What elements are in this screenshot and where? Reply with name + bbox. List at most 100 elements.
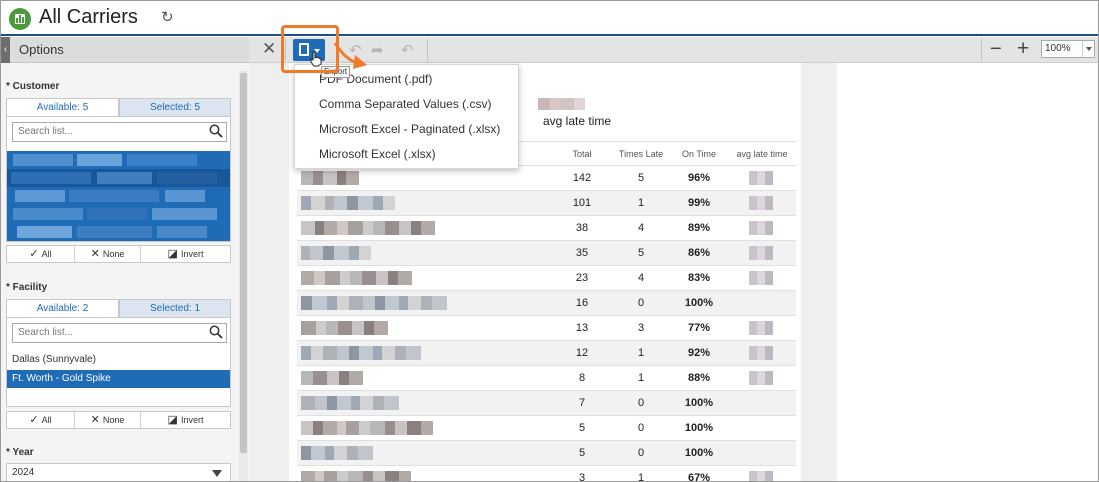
customer-selection-buttons: ✓ All ✕ None ◪ Invert bbox=[6, 245, 231, 263]
cell-total: 8 bbox=[578, 372, 586, 384]
app-header: All Carriers ↻ bbox=[1, 1, 1098, 36]
facility-select-none-button[interactable]: ✕ None bbox=[75, 412, 141, 428]
export-xlsx-item[interactable]: Microsoft Excel (.xlsx) bbox=[319, 147, 436, 161]
facility-select-all-button[interactable]: ✓ All bbox=[7, 412, 75, 428]
tab-facility-available[interactable]: Available: 2 bbox=[6, 299, 119, 318]
tab-customer-available[interactable]: Available: 5 bbox=[6, 98, 119, 117]
tab-facility-selected[interactable]: Selected: 1 bbox=[119, 299, 231, 318]
cell-total: 16 bbox=[575, 297, 589, 309]
cell-times-late: 1 bbox=[637, 197, 645, 209]
zoom-select[interactable]: 100% bbox=[1041, 40, 1095, 58]
cell-total: 13 bbox=[575, 322, 589, 334]
column-header-on-time: On Time bbox=[681, 149, 716, 159]
cell-on-time: 92% bbox=[687, 347, 711, 359]
reset-icon[interactable]: ↶ bbox=[401, 41, 414, 59]
page-title: All Carriers bbox=[39, 6, 138, 28]
year-label: * Year bbox=[6, 447, 34, 458]
invert-icon: ◪ bbox=[167, 414, 178, 426]
hand-cursor-icon bbox=[310, 51, 322, 67]
customer-tabs: Available: 5 Selected: 5 bbox=[6, 98, 231, 117]
export-xlsx-paginated-item[interactable]: Microsoft Excel - Paginated (.xlsx) bbox=[319, 122, 500, 136]
table-row: 35 5 86% bbox=[297, 241, 796, 266]
chevron-down-icon bbox=[1082, 41, 1094, 57]
cell-times-late: 0 bbox=[637, 297, 645, 309]
check-icon: ✓ bbox=[29, 248, 39, 260]
list-item[interactable] bbox=[7, 151, 230, 169]
facility-item-selected[interactable]: Ft. Worth - Gold Spike bbox=[7, 370, 230, 388]
cell-times-late: 0 bbox=[637, 397, 645, 409]
year-value: 2024 bbox=[12, 467, 35, 478]
cell-total: 7 bbox=[578, 397, 586, 409]
cell-on-time: 96% bbox=[687, 172, 711, 184]
zoom-in-button[interactable]: + bbox=[1017, 37, 1029, 61]
app-window: All Carriers ↻ ‹ Options * Customer Avai… bbox=[0, 0, 1099, 482]
search-icon[interactable] bbox=[209, 325, 223, 339]
table-row: 7 0 100% bbox=[297, 391, 796, 416]
options-panel: * Customer Available: 5 Selected: 5 Sear… bbox=[1, 63, 249, 481]
refresh-icon[interactable]: ↻ bbox=[161, 10, 175, 25]
search-icon[interactable] bbox=[209, 124, 223, 138]
cell-on-time: 89% bbox=[687, 222, 711, 234]
table-row: 142 5 96% bbox=[297, 166, 796, 191]
cell-times-late: 1 bbox=[637, 347, 645, 359]
facility-listbox: Search list... Dallas (Sunnyvale) Ft. Wo… bbox=[6, 317, 231, 407]
toolbar-divider bbox=[427, 39, 428, 61]
report-gutter-right bbox=[801, 63, 837, 481]
column-header-times-late: Times Late bbox=[618, 149, 664, 159]
redacted-text bbox=[538, 98, 585, 110]
zoom-out-button[interactable]: − bbox=[990, 38, 1002, 61]
collapse-panel-button[interactable]: ‹ bbox=[1, 37, 10, 63]
cell-on-time: 86% bbox=[687, 247, 711, 259]
cell-total: 35 bbox=[575, 247, 589, 259]
cell-times-late: 1 bbox=[637, 472, 645, 482]
list-item[interactable] bbox=[7, 169, 230, 187]
report-gutter-left bbox=[249, 63, 289, 481]
list-item[interactable] bbox=[7, 223, 230, 241]
cell-times-late: 3 bbox=[637, 322, 645, 334]
facility-search-input[interactable]: Search list... bbox=[12, 323, 227, 343]
customer-search-input[interactable]: Search list... bbox=[12, 122, 227, 142]
cell-total: 101 bbox=[572, 197, 592, 209]
zoom-value: 100% bbox=[1045, 43, 1071, 54]
cell-on-time: 100% bbox=[684, 447, 714, 459]
redo-arrow-icon[interactable]: ➦ bbox=[371, 41, 384, 59]
x-icon: ✕ bbox=[90, 248, 100, 260]
customer-list bbox=[7, 151, 230, 241]
table-row: 38 4 89% bbox=[297, 216, 796, 241]
customer-invert-button[interactable]: ◪ Invert bbox=[141, 246, 230, 262]
toolbar-divider bbox=[981, 39, 982, 61]
facility-label: * Facility bbox=[6, 282, 48, 293]
cell-on-time: 77% bbox=[687, 322, 711, 334]
list-item[interactable] bbox=[7, 187, 230, 205]
table-row: 13 3 77% bbox=[297, 316, 796, 341]
export-menu: PDF Document (.pdf) Comma Separated Valu… bbox=[294, 64, 519, 169]
facility-search-placeholder: Search list... bbox=[18, 327, 74, 338]
cell-total: 5 bbox=[578, 422, 586, 434]
close-icon[interactable]: ✕ bbox=[262, 39, 276, 59]
column-header-total: Total bbox=[572, 149, 592, 159]
invert-icon: ◪ bbox=[167, 248, 178, 260]
tab-customer-selected[interactable]: Selected: 5 bbox=[119, 98, 231, 117]
table-row: 5 0 100% bbox=[297, 416, 796, 441]
options-scrollbar-thumb[interactable] bbox=[240, 73, 247, 453]
facility-selection-buttons: ✓ All ✕ None ◪ Invert bbox=[6, 411, 231, 429]
cell-total: 38 bbox=[575, 222, 589, 234]
year-select[interactable]: 2024 bbox=[6, 463, 231, 481]
cell-times-late: 0 bbox=[637, 447, 645, 459]
customer-select-all-button[interactable]: ✓ All bbox=[7, 246, 75, 262]
list-item[interactable] bbox=[7, 205, 230, 223]
table-row: 101 1 99% bbox=[297, 191, 796, 216]
export-csv-item[interactable]: Comma Separated Values (.csv) bbox=[319, 97, 492, 111]
x-icon: ✕ bbox=[90, 414, 100, 426]
report-toolbar: ✕ ↶ ➦ ↶ − + 100% bbox=[249, 37, 1098, 63]
cell-times-late: 1 bbox=[637, 372, 645, 384]
options-title: Options bbox=[19, 42, 64, 57]
cell-total: 5 bbox=[578, 447, 586, 459]
customer-select-none-button[interactable]: ✕ None bbox=[75, 246, 141, 262]
cell-total: 142 bbox=[572, 172, 592, 184]
caret-down-icon bbox=[212, 470, 222, 477]
report-logo-icon bbox=[9, 8, 31, 30]
facility-invert-button[interactable]: ◪ Invert bbox=[141, 412, 230, 428]
facility-item[interactable]: Dallas (Sunnyvale) bbox=[7, 351, 230, 369]
cell-times-late: 5 bbox=[637, 247, 645, 259]
